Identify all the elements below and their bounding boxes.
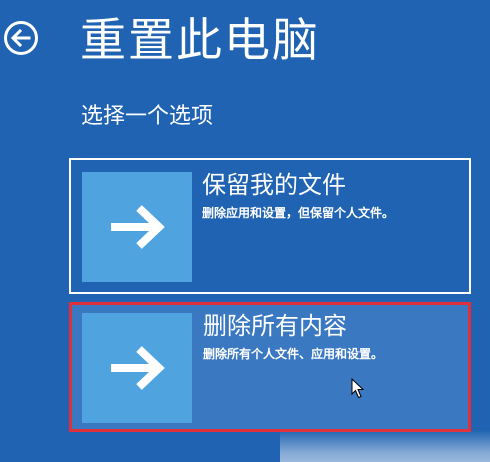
page-title: 重置此电脑 <box>80 13 320 67</box>
option-description: 删除应用和设置，但保留个人文件。 <box>202 206 395 220</box>
choose-option-heading: 选择一个选项 <box>81 104 214 129</box>
remove-everything-option[interactable]: 删除所有内容 删除所有个人文件、应用和设置。 <box>69 302 471 432</box>
option-tile <box>82 172 192 282</box>
back-arrow-icon <box>10 28 31 48</box>
option-title: 保留我的文件 <box>202 171 346 199</box>
option-tile <box>82 313 192 423</box>
screen-glare <box>280 430 490 462</box>
option-description: 删除所有个人文件、应用和设置。 <box>203 347 384 361</box>
mouse-cursor-icon <box>351 378 364 399</box>
arrow-right-icon <box>111 205 165 249</box>
arrow-right-icon <box>111 346 165 390</box>
keep-my-files-option[interactable]: 保留我的文件 删除应用和设置，但保留个人文件。 <box>69 158 471 294</box>
option-title: 删除所有内容 <box>203 312 347 340</box>
back-button[interactable] <box>4 21 38 55</box>
